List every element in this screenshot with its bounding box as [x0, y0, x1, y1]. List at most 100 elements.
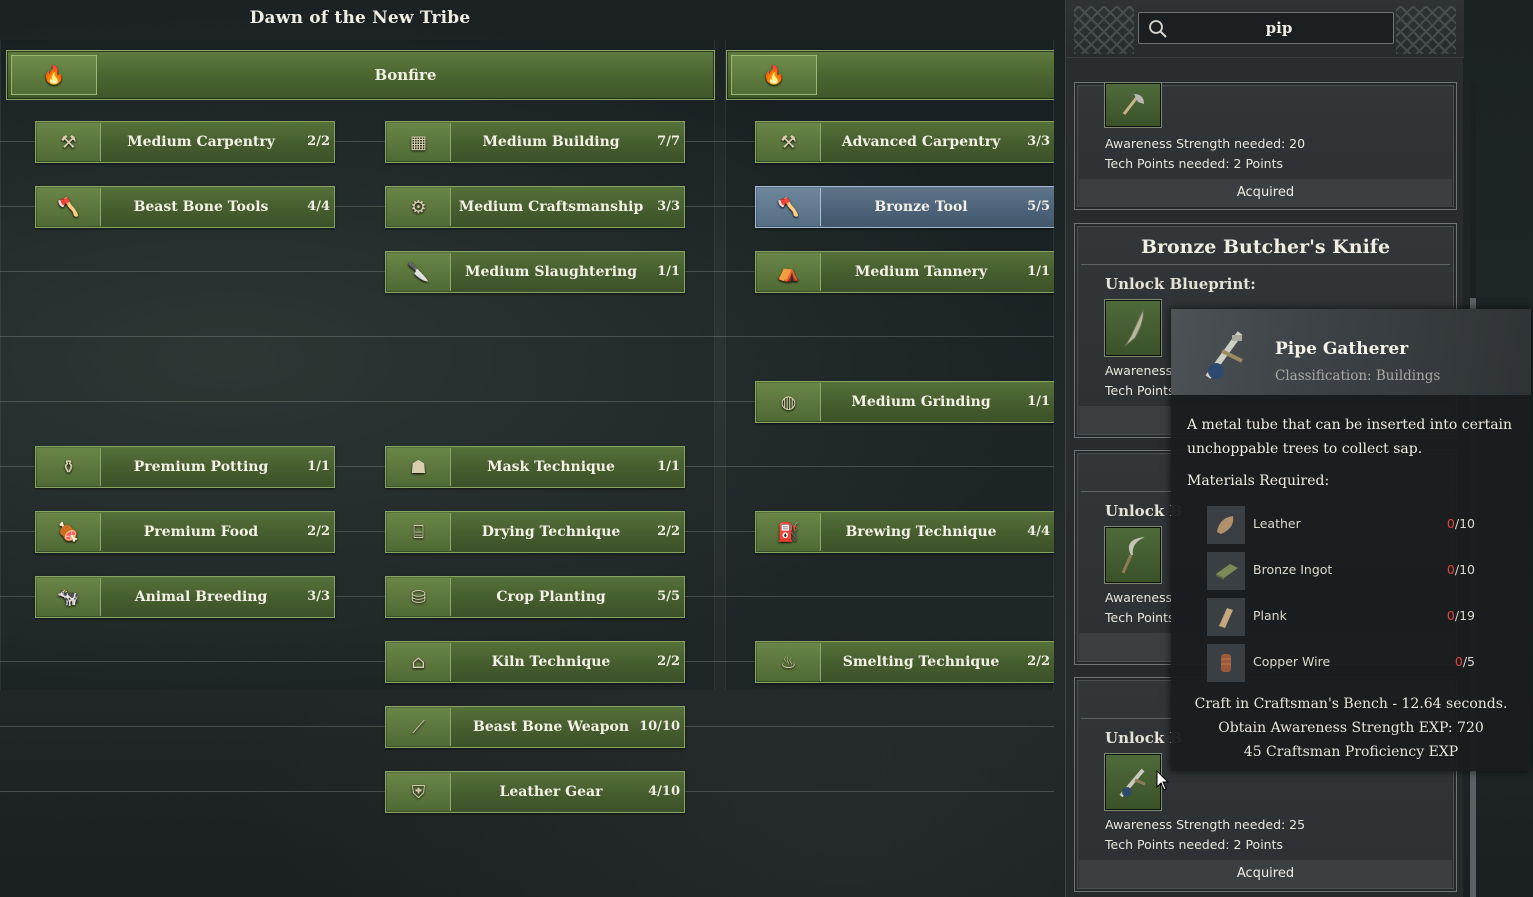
tech-points-requirement: Tech Points needed: 2 Points — [1105, 156, 1284, 171]
tech-node-medium-grinding[interactable]: ◍ Medium Grinding 1/1 — [755, 381, 1054, 423]
knife-blueprint-icon[interactable] — [1105, 300, 1161, 356]
tech-node-bronze-tool[interactable]: 🪓 Bronze Tool 5/5 — [755, 186, 1054, 228]
tech-points-requirement: Tech Points needed: 2 Points — [1105, 837, 1284, 852]
tooltip-header: Pipe Gatherer Classification: Buildings — [1171, 309, 1531, 395]
tier-header-label — [817, 51, 1054, 99]
tech-node-leather-gear[interactable]: ⛨ Leather Gear 4/10 — [385, 771, 685, 813]
tech-node-medium-craftsmanship[interactable]: ⚙ Medium Craftsmanship 3/3 — [385, 186, 685, 228]
search-icon — [1149, 20, 1167, 38]
search-box[interactable] — [1138, 12, 1394, 44]
tech-node-count: 3/3 — [657, 199, 680, 214]
tech-node-medium-tannery[interactable]: ⛺ Medium Tannery 1/1 — [755, 251, 1054, 293]
tooltip-description: A metal tube that can be inserted into c… — [1187, 417, 1513, 457]
material-name: Leather — [1253, 516, 1301, 531]
tech-points-requirement: Tech Points — [1105, 610, 1175, 625]
strength-requirement: Awareness Strength needed: 20 — [1105, 136, 1306, 151]
tech-node-label: Medium Carpentry — [127, 134, 275, 150]
slaughter-icon: 🔪 — [387, 253, 451, 291]
tech-node-advanced-carpentry[interactable]: ⚒ Advanced Carpentry 3/3 — [755, 121, 1054, 163]
material-name: Bronze Ingot — [1253, 562, 1333, 577]
tech-node-label: Medium Grinding — [851, 394, 991, 410]
tech-node-beast-bone-weapon[interactable]: ⟋ Beast Bone Weapon 10/10 — [385, 706, 685, 748]
tier-header-bonfire[interactable]: 🔥 Bonfire — [6, 50, 715, 100]
tech-node-label: Beast Bone Weapon — [472, 719, 630, 735]
tech-node-animal-breeding[interactable]: 🐄 Animal Breeding 3/3 — [35, 576, 335, 618]
axe-blueprint-icon[interactable] — [1105, 83, 1161, 127]
tech-node-premium-food[interactable]: 🍖 Premium Food 2/2 — [35, 511, 335, 553]
carpentry-table-icon: ⚒ — [757, 123, 821, 161]
sickle-blueprint-icon[interactable] — [1105, 527, 1161, 583]
tree-title: Dawn of the New Tribe — [249, 8, 471, 28]
tech-node-count: 1/1 — [307, 459, 330, 474]
material-count: 0/10 — [1446, 516, 1475, 531]
tech-node-label: Kiln Technique — [491, 654, 611, 670]
tech-node-count: 5/5 — [1027, 199, 1050, 214]
tech-node-medium-slaughtering[interactable]: 🔪 Medium Slaughtering 1/1 — [385, 251, 685, 293]
tech-node-label: Crop Planting — [496, 589, 606, 605]
tech-node-count: 2/2 — [307, 524, 330, 539]
mask-icon: ☗ — [387, 448, 451, 486]
unlock-blueprint-label: Unlock Blueprint: — [1105, 275, 1256, 293]
tech-node-count: 2/2 — [307, 134, 330, 149]
spear-icon: ⟋ — [387, 708, 451, 746]
tech-node-count: 1/1 — [1027, 394, 1050, 409]
tech-node-beast-bone-tools[interactable]: 🪓 Beast Bone Tools 4/4 — [35, 186, 335, 228]
tech-node-crop-planting[interactable]: ⛁ Crop Planting 5/5 — [385, 576, 685, 618]
tech-node-count: 4/4 — [1027, 524, 1050, 539]
strength-requirement: Awareness Strength needed: 25 — [1105, 817, 1306, 832]
tech-node-label: Premium Potting — [133, 459, 269, 475]
material-row: Leather 0/10 — [1207, 506, 1487, 544]
connector-line — [0, 336, 1054, 337]
acquired-status: Acquired — [1079, 179, 1452, 207]
material-name: Copper Wire — [1253, 654, 1331, 669]
tech-node-label: Bronze Tool — [874, 199, 968, 215]
tech-node-smelting-technique[interactable]: ♨ Smelting Technique 2/2 — [755, 641, 1054, 683]
material-row: Bronze Ingot 0/10 — [1207, 552, 1487, 590]
blueprint-card[interactable]: Awareness Strength needed: 20 Tech Point… — [1074, 82, 1457, 210]
tech-node-mask-technique[interactable]: ☗ Mask Technique 1/1 — [385, 446, 685, 488]
tech-node-label: Medium Craftsmanship — [458, 199, 644, 215]
divider — [1081, 264, 1450, 265]
tech-points-requirement: Tech Points — [1105, 383, 1175, 398]
celtic-knot-ornament — [1074, 6, 1134, 54]
material-count: 0/10 — [1446, 562, 1475, 577]
tech-node-count: 5/5 — [657, 589, 680, 604]
tech-node-label: Mask Technique — [487, 459, 615, 475]
material-count: 0/19 — [1446, 608, 1475, 623]
drying-rack-icon: ⌸ — [387, 513, 451, 551]
tech-node-drying-technique[interactable]: ⌸ Drying Technique 2/2 — [385, 511, 685, 553]
search-input[interactable] — [1175, 17, 1383, 39]
material-row: Copper Wire 0/5 — [1207, 644, 1487, 682]
tech-node-medium-carpentry[interactable]: ⚒ Medium Carpentry 2/2 — [35, 121, 335, 163]
materials-title: Materials Required: — [1187, 473, 1330, 489]
seed-pot-icon: ⛁ — [387, 578, 451, 616]
tech-node-count: 7/7 — [657, 134, 680, 149]
tech-node-label: Premium Food — [143, 524, 259, 540]
bronze-ingot-icon — [1207, 552, 1245, 590]
furnace-icon: ♨ — [757, 643, 821, 681]
mouse-cursor-icon — [1156, 770, 1170, 791]
tech-node-kiln-technique[interactable]: ⌂ Kiln Technique 2/2 — [385, 641, 685, 683]
pen-icon: 🐄 — [37, 578, 101, 616]
tech-node-label: Beast Bone Tools — [133, 199, 269, 215]
pot-icon: ⚱ — [37, 448, 101, 486]
tech-tree: Dawn of the New Tribe 🔥 Bonfire 🔥 ⚒ Medi… — [0, 0, 1054, 897]
pipe-blueprint-icon[interactable] — [1105, 754, 1161, 810]
tech-node-label: Advanced Carpentry — [841, 134, 1001, 150]
tech-node-label: Brewing Technique — [845, 524, 997, 540]
tech-node-premium-potting[interactable]: ⚱ Premium Potting 1/1 — [35, 446, 335, 488]
tech-node-brewing-technique[interactable]: ⛽ Brewing Technique 4/4 — [755, 511, 1054, 553]
leather-icon — [1207, 506, 1245, 544]
copper-wire-icon — [1207, 644, 1245, 682]
tier-header-forge[interactable]: 🔥 — [726, 50, 1054, 100]
awareness-exp-info: Obtain Awareness Strength EXP: 720 — [1218, 720, 1484, 736]
tannery-icon: ⛺ — [757, 253, 821, 291]
tier-header-label: Bonfire — [374, 66, 437, 84]
celtic-knot-ornament — [1396, 6, 1456, 54]
saw-bench-icon: ⚒ — [37, 123, 101, 161]
kiln-icon: ⌂ — [387, 643, 451, 681]
tech-node-count: 2/2 — [657, 654, 680, 669]
tech-node-medium-building[interactable]: ▦ Medium Building 7/7 — [385, 121, 685, 163]
tech-node-label: Smelting Technique — [842, 654, 1000, 670]
tech-node-label: Medium Building — [482, 134, 620, 150]
